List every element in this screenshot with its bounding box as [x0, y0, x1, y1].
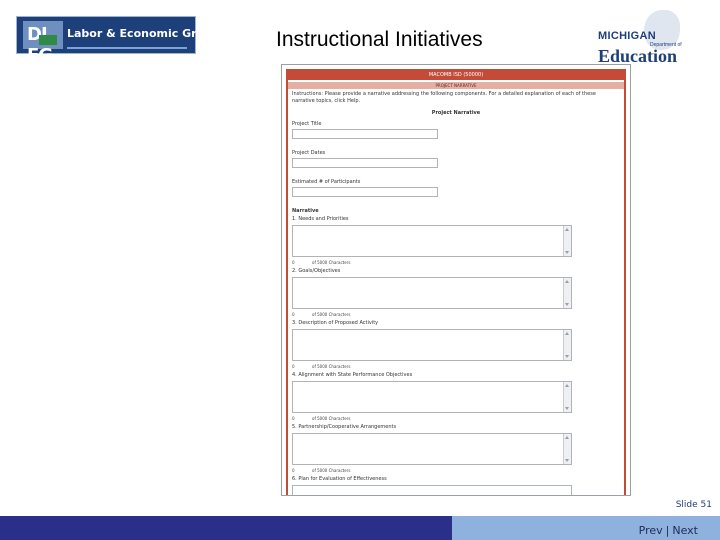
scroll-down-icon[interactable] [565, 459, 569, 462]
form-screenshot: MACOMB ISD (50000) PROJECT NARRATIVE Ins… [281, 64, 631, 496]
participants-input[interactable] [292, 187, 438, 197]
field-participants: Estimated # of Participants [288, 178, 624, 197]
field-label: Project Dates [292, 150, 326, 156]
char-count-value: 0 [292, 260, 295, 265]
mde-state-text: MICHIGAN [598, 30, 657, 42]
goals-textarea[interactable] [292, 277, 572, 309]
needs-textarea[interactable] [292, 225, 572, 257]
field-label: Project Title [292, 121, 322, 127]
narrative-item: 2. Goals/Objectives 0 of 5000 Characters [288, 267, 624, 319]
footer-bar-left [0, 516, 452, 540]
narrative-item: 5. Partnership/Cooperative Arrangements … [288, 423, 624, 475]
alignment-textarea[interactable] [292, 381, 572, 413]
textarea-scrollbar[interactable] [563, 330, 571, 360]
mde-logo: MICHIGAN Department of Education [596, 10, 696, 66]
textarea-scrollbar[interactable] [563, 226, 571, 256]
char-count-text: of 5000 Characters [312, 260, 351, 265]
scroll-up-icon[interactable] [565, 384, 569, 387]
scroll-up-icon[interactable] [565, 280, 569, 283]
field-label: Estimated # of Participants [292, 179, 361, 185]
slide-navigation: Prev | Next [639, 524, 698, 537]
narrative-label: 1. Needs and Priorities [292, 216, 349, 222]
narrative-label: 3. Description of Proposed Activity [292, 320, 379, 326]
prev-link[interactable]: Prev [639, 524, 663, 537]
scroll-up-icon[interactable] [565, 332, 569, 335]
dleg-logo-text: Labor & Economic Growth [67, 27, 228, 40]
char-count-text: of 5000 Characters [312, 364, 351, 369]
nav-separator: | [665, 524, 670, 537]
char-counter: 0 of 5000 Characters [288, 467, 624, 475]
char-counter: 0 of 5000 Characters [288, 415, 624, 423]
next-link[interactable]: Next [672, 524, 698, 537]
textarea-scrollbar[interactable] [563, 382, 571, 412]
scroll-down-icon[interactable] [565, 303, 569, 306]
scroll-down-icon[interactable] [565, 355, 569, 358]
evaluation-textarea[interactable] [292, 485, 572, 495]
narrative-label: 6. Plan for Evaluation of Effectiveness [292, 476, 387, 482]
scroll-down-icon[interactable] [565, 407, 569, 410]
narrative-label: 4. Alignment with State Performance Obje… [292, 372, 413, 378]
char-count-text: of 5000 Characters [312, 312, 351, 317]
partnership-textarea[interactable] [292, 433, 572, 465]
dleg-emblem-icon: DL EG [23, 21, 63, 66]
narrative-item: 1. Needs and Priorities 0 of 5000 Charact… [288, 215, 624, 267]
char-count-value: 0 [292, 312, 295, 317]
form-instructions: Instructions: Please provide a narrative… [292, 91, 596, 104]
char-count-value: 0 [292, 364, 295, 369]
narrative-label: 5. Partnership/Cooperative Arrangements [292, 424, 397, 430]
narrative-label: 2. Goals/Objectives [292, 268, 341, 274]
char-counter: 0 of 5000 Characters [288, 259, 624, 267]
slide-title: Instructional Initiatives [276, 28, 483, 51]
narrative-item: 4. Alignment with State Performance Obje… [288, 371, 624, 423]
field-project-dates: Project Dates [288, 149, 624, 168]
dleg-green-block [39, 35, 57, 45]
dleg-underline [67, 47, 187, 49]
textarea-scrollbar[interactable] [563, 434, 571, 464]
narrative-form: MACOMB ISD (50000) PROJECT NARRATIVE Ins… [286, 69, 626, 495]
char-count-text: of 5000 Characters [312, 416, 351, 421]
char-count-value: 0 [292, 468, 295, 473]
section-title: Project Narrative [431, 110, 481, 116]
dleg-initials: DL EG [27, 24, 53, 66]
form-subheading: PROJECT NARRATIVE [288, 82, 624, 89]
char-count-value: 0 [292, 416, 295, 421]
char-count-text: of 5000 Characters [312, 468, 351, 473]
scroll-down-icon[interactable] [565, 251, 569, 254]
narrative-item: 3. Description of Proposed Activity 0 of … [288, 319, 624, 371]
narrative-title: Narrative [292, 208, 319, 214]
project-dates-input[interactable] [292, 158, 438, 168]
description-textarea[interactable] [292, 329, 572, 361]
scroll-up-icon[interactable] [565, 436, 569, 439]
project-title-input[interactable] [292, 129, 438, 139]
char-counter: 0 of 5000 Characters [288, 311, 624, 319]
textarea-scrollbar[interactable] [563, 278, 571, 308]
slide-number: Slide 51 [675, 500, 712, 510]
dleg-logo: DL EG Labor & Economic Growth [16, 16, 227, 66]
field-project-title: Project Title [288, 120, 624, 139]
form-heading: MACOMB ISD (50000) [288, 71, 624, 80]
scroll-up-icon[interactable] [565, 228, 569, 231]
char-counter: 0 of 5000 Characters [288, 363, 624, 371]
